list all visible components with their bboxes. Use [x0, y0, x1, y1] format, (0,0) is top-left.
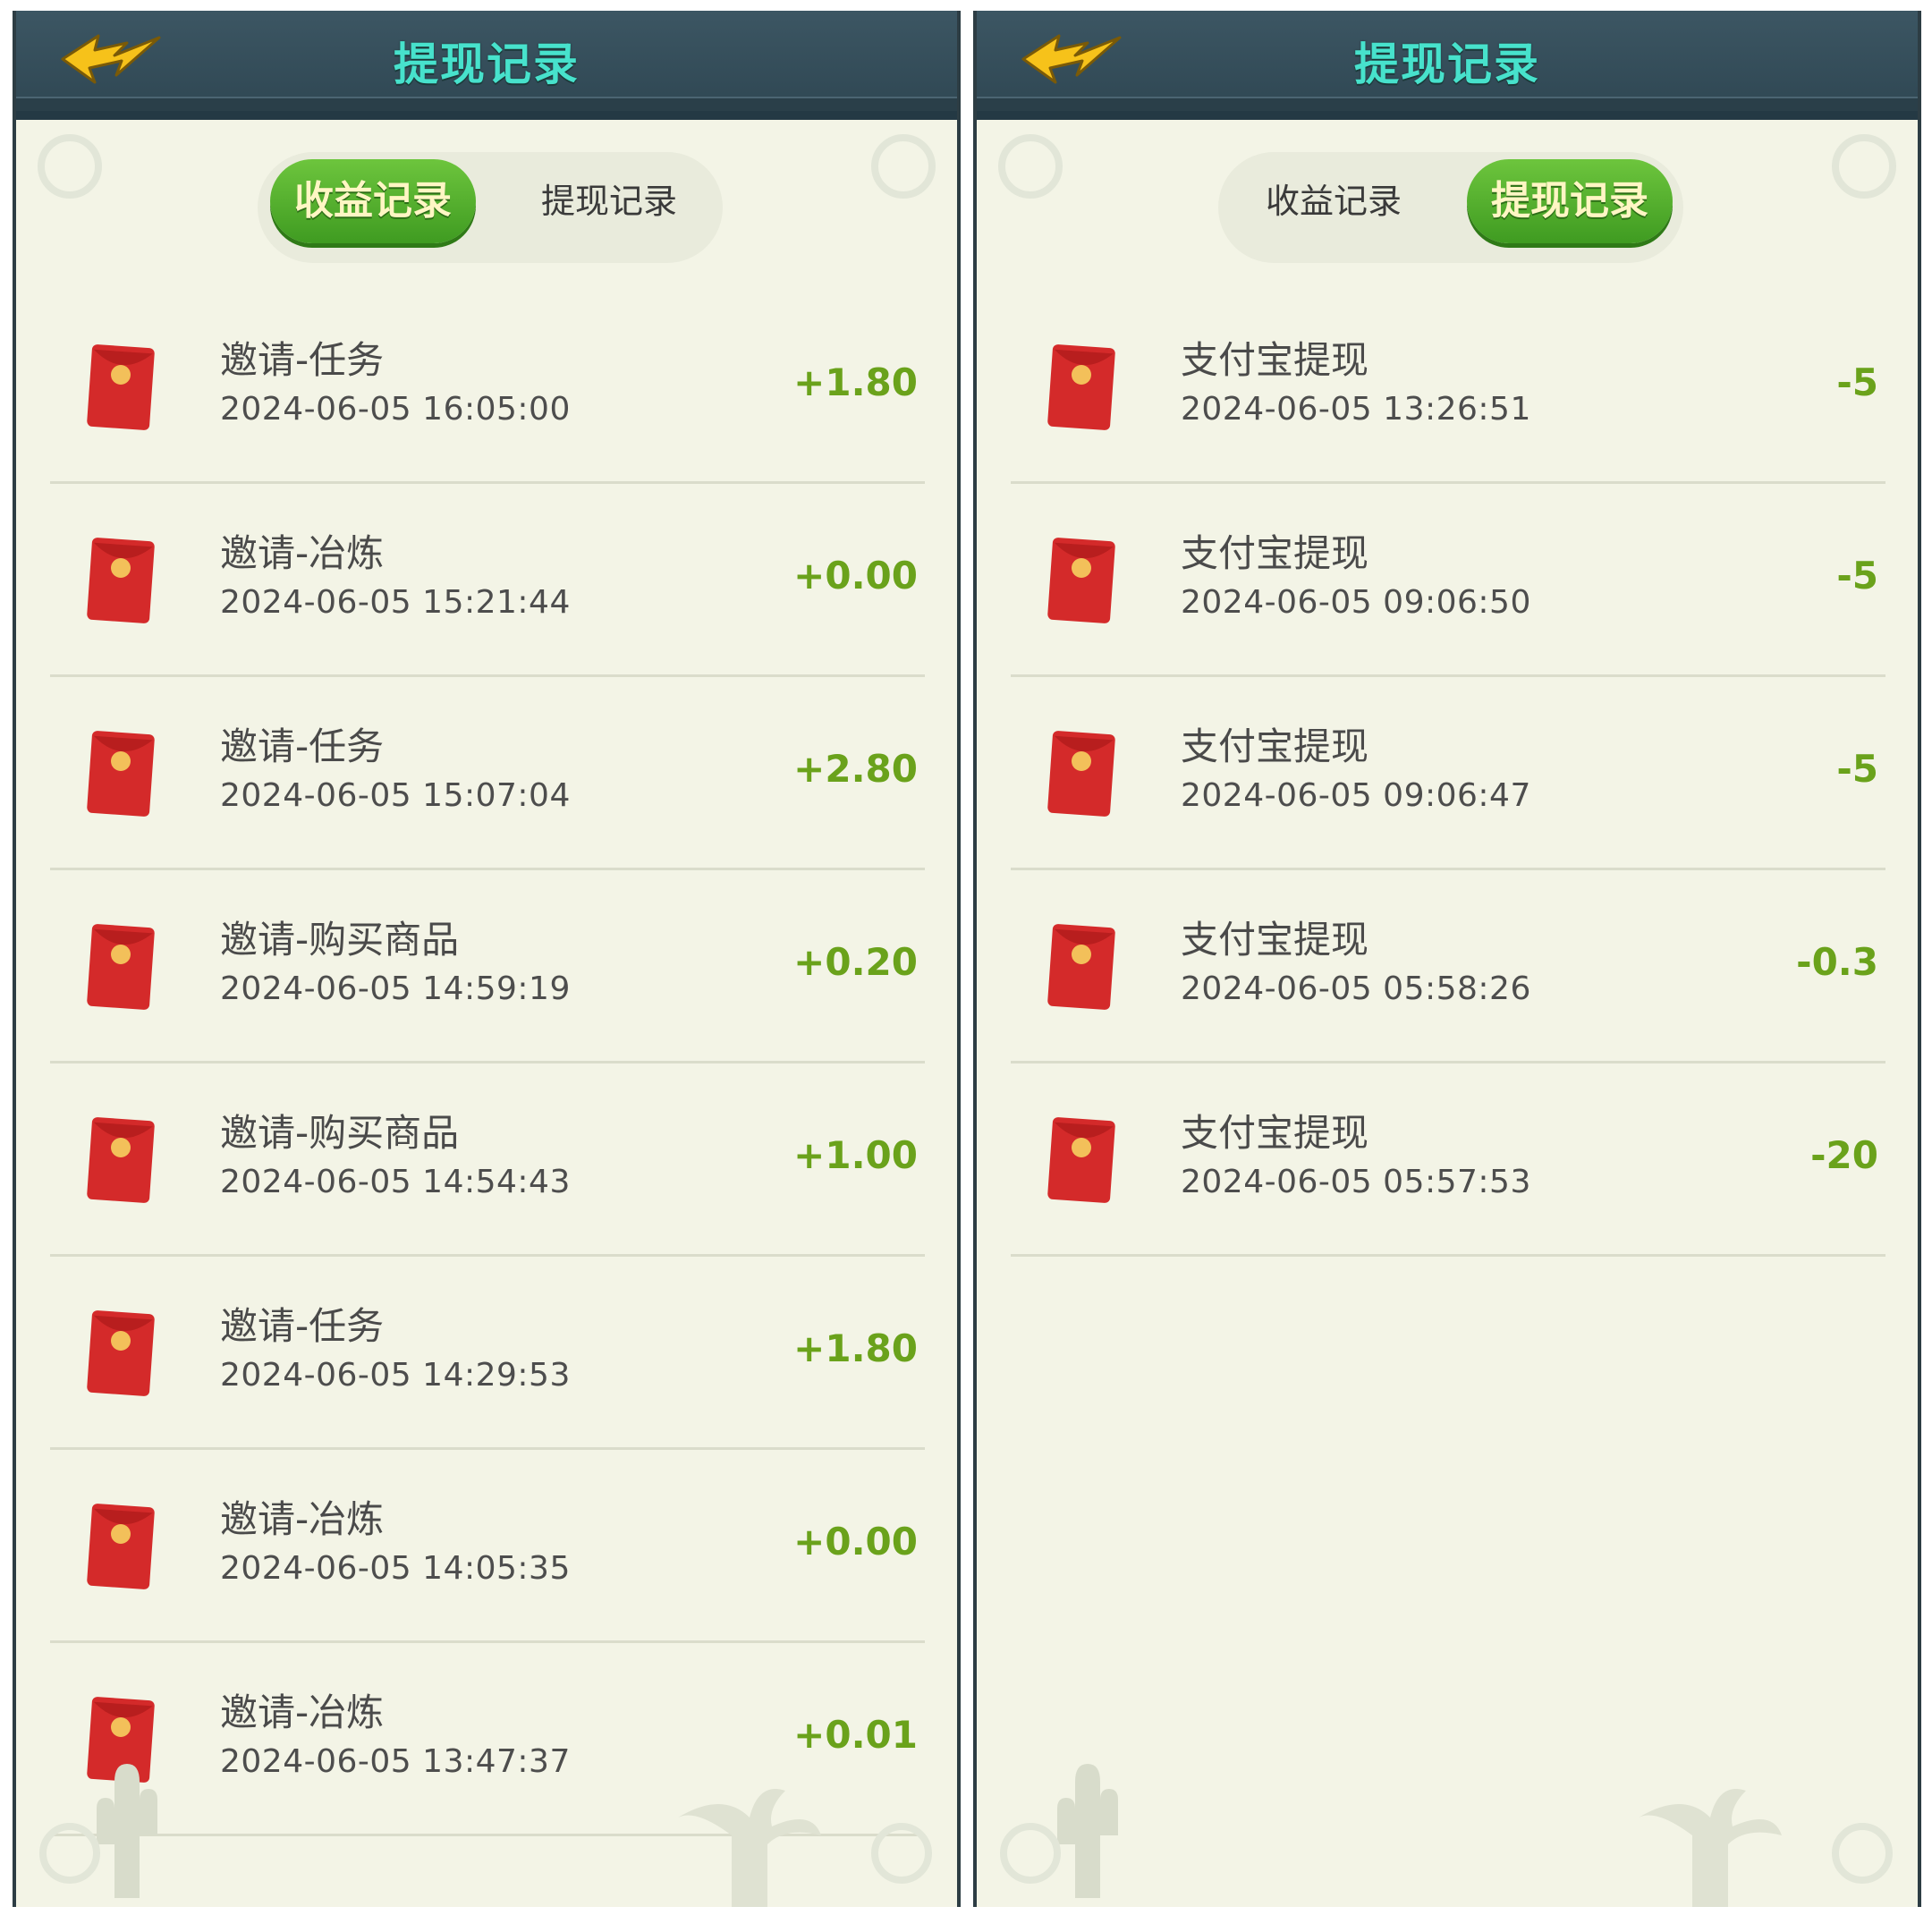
tab-income-records[interactable]: 收益记录: [1231, 159, 1436, 243]
record-time: 2024-06-05 15:07:04: [220, 777, 571, 814]
record-time: 2024-06-05 09:06:50: [1181, 584, 1531, 621]
desert-scenery-decoration: [1000, 1764, 1893, 1907]
record-amount: -20: [1810, 1133, 1878, 1177]
record-amount: +1.80: [793, 1326, 918, 1370]
list-item[interactable]: 邀请-购买商品 2024-06-05 14:54:43 +1.00: [16, 1063, 957, 1257]
list-item[interactable]: 邀请-任务 2024-06-05 16:05:00 +1.80: [16, 291, 957, 484]
swirl-decoration-icon: [871, 134, 936, 199]
red-envelope-icon: [87, 538, 155, 623]
red-envelope-icon: [87, 731, 155, 817]
list-item[interactable]: 邀请-冶炼 2024-06-05 14:05:35 +0.00: [16, 1450, 957, 1643]
list-item[interactable]: 支付宝提现 2024-06-05 13:26:51 -5: [977, 291, 1918, 484]
red-envelope-icon: [1047, 924, 1115, 1010]
record-list: 支付宝提现 2024-06-05 13:26:51 -5 支付宝提现 2024-…: [977, 291, 1918, 1257]
record-time: 2024-06-05 05:58:26: [1181, 970, 1531, 1007]
list-item[interactable]: 邀请-冶炼 2024-06-05 15:21:44 +0.00: [16, 484, 957, 677]
swirl-decoration-icon: [998, 134, 1063, 199]
record-title: 邀请-购买商品: [220, 1111, 460, 1155]
swirl-decoration-icon: [1832, 134, 1896, 199]
record-amount: -0.3: [1796, 940, 1878, 984]
record-time: 2024-06-05 14:54:43: [220, 1164, 571, 1200]
list-item[interactable]: 邀请-购买商品 2024-06-05 14:59:19 +0.20: [16, 870, 957, 1063]
record-time: 2024-06-05 13:26:51: [1181, 391, 1531, 428]
tab-withdraw-records[interactable]: 提现记录: [506, 159, 712, 243]
red-envelope-icon: [87, 1117, 155, 1203]
record-amount: +2.80: [793, 747, 918, 791]
top-bar: 提现记录: [16, 11, 957, 120]
red-envelope-icon: [1047, 1117, 1115, 1203]
record-amount: +0.20: [793, 940, 918, 984]
record-title: 邀请-购买商品: [220, 918, 460, 962]
tab-withdraw-records[interactable]: 提现记录: [1467, 159, 1673, 243]
record-time: 2024-06-05 05:57:53: [1181, 1164, 1531, 1200]
record-amount: +0.00: [793, 554, 918, 597]
record-title: 邀请-冶炼: [220, 1497, 385, 1541]
record-tabs: 收益记录 提现记录: [1218, 152, 1683, 263]
page-title: 提现记录: [1354, 38, 1540, 90]
income-records-screen: 提现记录 收益记录 提现记录 邀请-任务 2024-06-05 16:05:00…: [13, 11, 961, 1907]
divider: [1011, 1254, 1885, 1257]
red-envelope-icon: [87, 924, 155, 1010]
screenshot-collage: 提现记录 收益记录 提现记录 邀请-任务 2024-06-05 16:05:00…: [0, 0, 1932, 1932]
record-title: 邀请-冶炼: [220, 531, 385, 575]
record-amount: +1.80: [793, 360, 918, 404]
withdraw-records-screen: 提现记录 收益记录 提现记录 支付宝提现 2024-06-05 13:26:51…: [973, 11, 1921, 1907]
record-title: 邀请-任务: [220, 338, 385, 382]
red-envelope-icon: [87, 1504, 155, 1589]
record-amount: -5: [1836, 747, 1878, 791]
record-title: 支付宝提现: [1181, 1111, 1369, 1155]
record-tabs: 收益记录 提现记录: [258, 152, 723, 263]
record-title: 支付宝提现: [1181, 531, 1369, 575]
record-time: 2024-06-05 14:29:53: [220, 1357, 571, 1394]
red-envelope-icon: [1047, 344, 1115, 430]
swirl-decoration-icon: [38, 134, 102, 199]
record-title: 支付宝提现: [1181, 724, 1369, 768]
list-item[interactable]: 支付宝提现 2024-06-05 05:58:26 -0.3: [977, 870, 1918, 1063]
record-time: 2024-06-05 15:21:44: [220, 584, 571, 621]
record-amount: -5: [1836, 360, 1878, 404]
record-amount: +0.00: [793, 1520, 918, 1563]
record-time: 2024-06-05 14:59:19: [220, 970, 571, 1007]
record-title: 支付宝提现: [1181, 918, 1369, 962]
list-item[interactable]: 邀请-任务 2024-06-05 15:07:04 +2.80: [16, 677, 957, 870]
red-envelope-icon: [87, 1310, 155, 1396]
record-title: 支付宝提现: [1181, 338, 1369, 382]
red-envelope-icon: [87, 344, 155, 430]
list-item[interactable]: 邀请-任务 2024-06-05 14:29:53 +1.80: [16, 1257, 957, 1450]
tab-income-records[interactable]: 收益记录: [270, 159, 476, 243]
record-title: 邀请-任务: [220, 724, 385, 768]
record-time: 2024-06-05 14:05:35: [220, 1550, 571, 1587]
red-envelope-icon: [1047, 731, 1115, 817]
page-title: 提现记录: [394, 38, 580, 90]
record-title: 邀请-任务: [220, 1304, 385, 1348]
record-amount: -5: [1836, 554, 1878, 597]
top-bar: 提现记录: [977, 11, 1918, 120]
list-item[interactable]: 支付宝提现 2024-06-05 09:06:50 -5: [977, 484, 1918, 677]
record-list: 邀请-任务 2024-06-05 16:05:00 +1.80 邀请-冶炼 20…: [16, 291, 957, 1836]
list-item[interactable]: 支付宝提现 2024-06-05 09:06:47 -5: [977, 677, 1918, 870]
list-item[interactable]: 支付宝提现 2024-06-05 05:57:53 -20: [977, 1063, 1918, 1257]
record-amount: +1.00: [793, 1133, 918, 1177]
red-envelope-icon: [1047, 538, 1115, 623]
record-time: 2024-06-05 16:05:00: [220, 391, 571, 428]
record-time: 2024-06-05 09:06:47: [1181, 777, 1531, 814]
desert-scenery-decoration: [39, 1764, 932, 1907]
